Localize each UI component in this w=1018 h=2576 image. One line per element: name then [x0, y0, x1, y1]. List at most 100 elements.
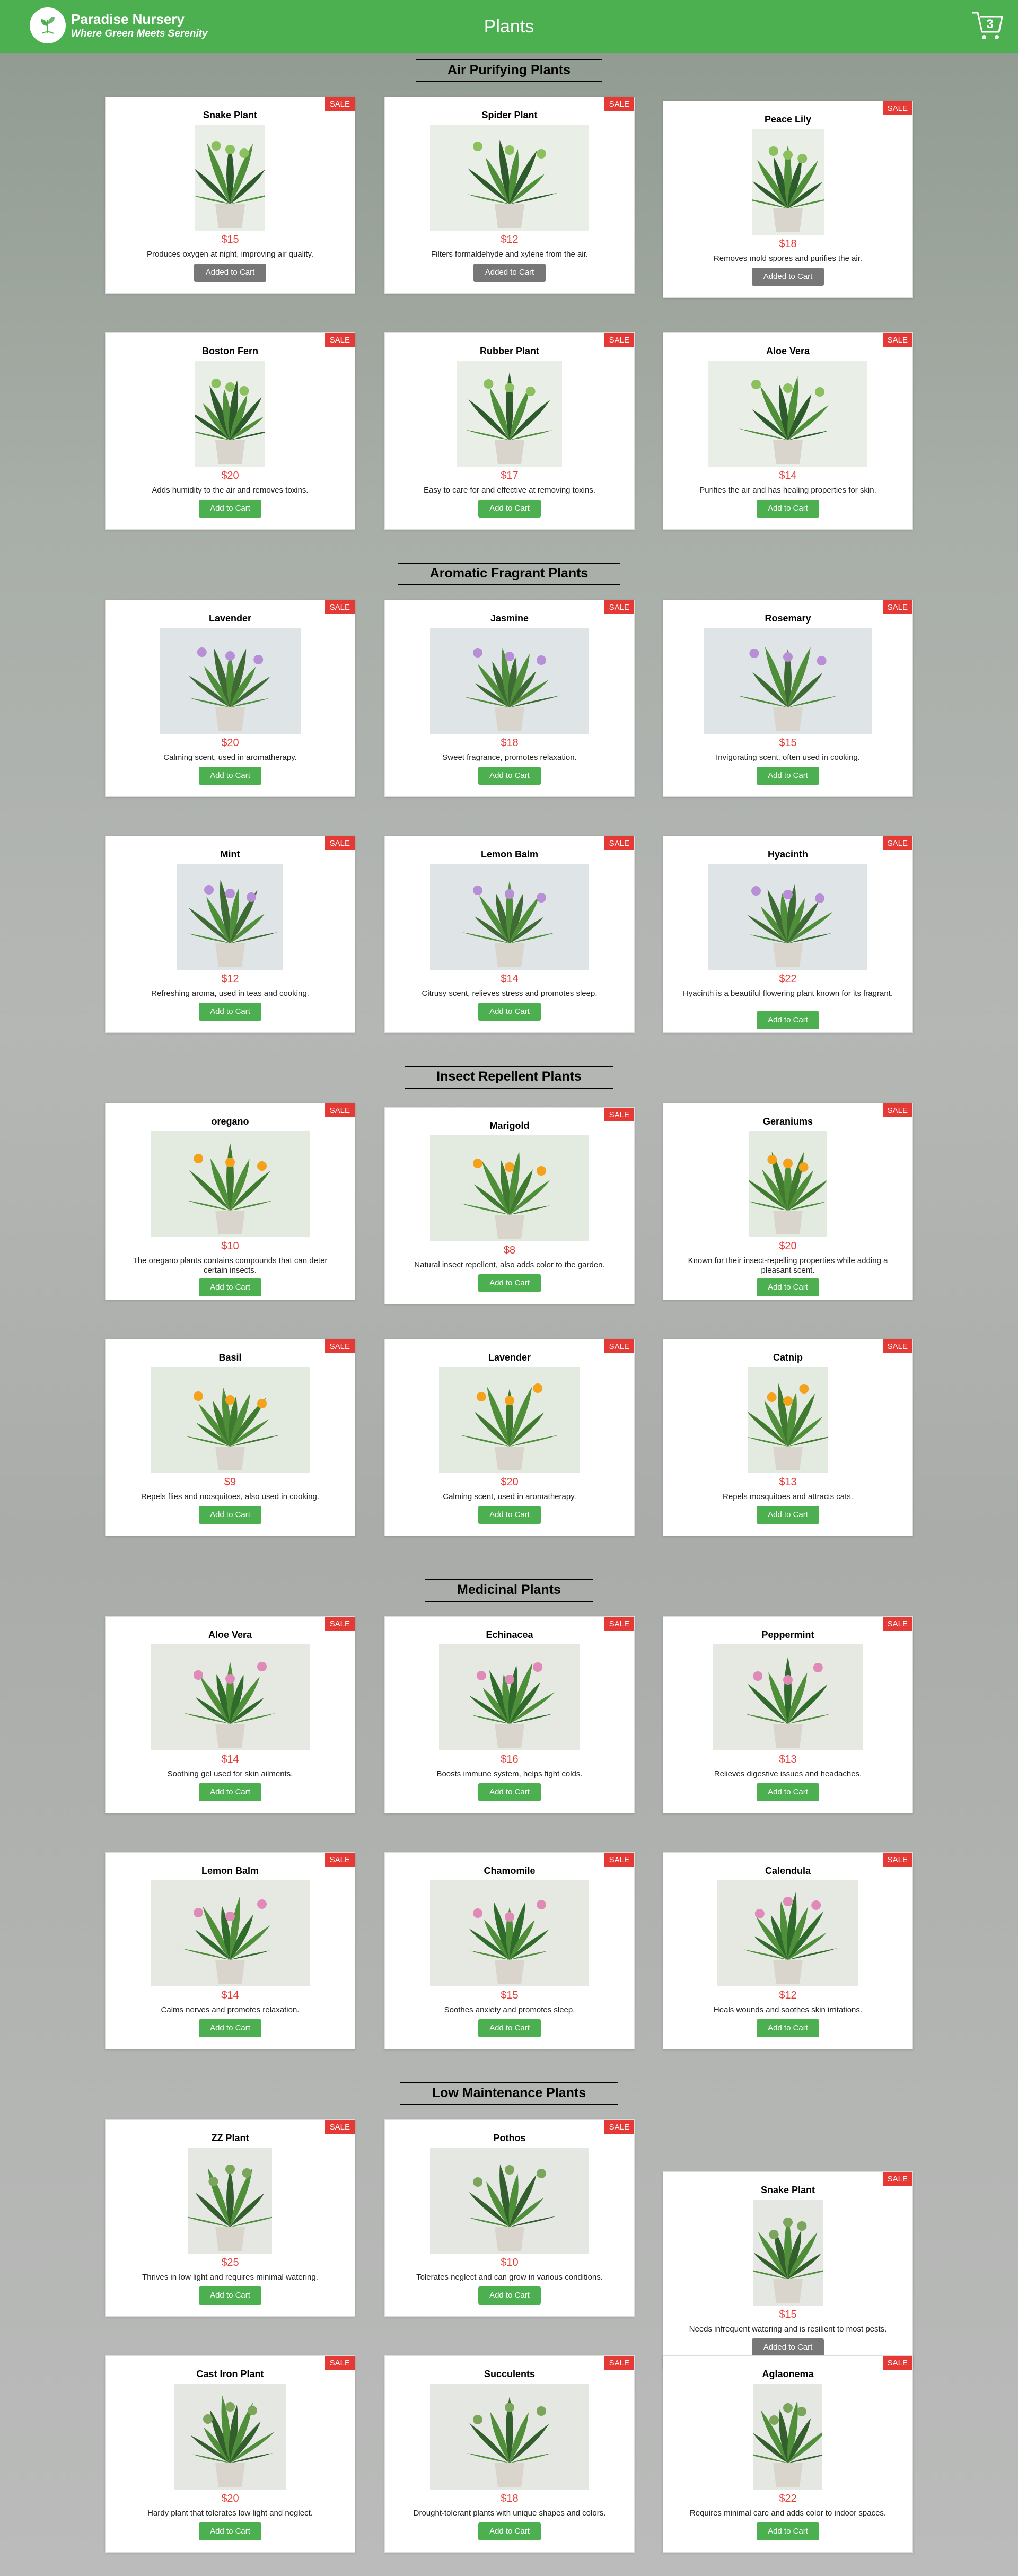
add-to-cart-button[interactable]: Add to Cart	[199, 2019, 261, 2037]
plant-description: Purifies the air and has healing propert…	[699, 486, 876, 495]
plant-image	[753, 2384, 822, 2490]
add-to-cart-button[interactable]: Add to Cart	[757, 1783, 819, 1801]
plant-name: Marigold	[489, 1120, 530, 1131]
add-to-cart-button[interactable]: Add to Cart	[478, 1003, 541, 1021]
plant-description: Calming scent, used in aromatherapy.	[443, 1492, 576, 1501]
sale-badge: SALE	[604, 1617, 634, 1631]
added-to-cart-button[interactable]: Added to Cart	[752, 268, 824, 286]
plant-name: ZZ Plant	[211, 2133, 249, 2143]
added-to-cart-button[interactable]: Added to Cart	[194, 264, 266, 282]
sale-badge: SALE	[882, 101, 912, 115]
sale-badge: SALE	[604, 97, 634, 111]
plant-description: Known for their insect-repelling propert…	[688, 1256, 888, 1275]
add-to-cart-button[interactable]: Add to Cart	[478, 2286, 541, 2305]
added-to-cart-button[interactable]: Added to Cart	[473, 264, 546, 282]
plant-description: Drought-tolerant plants with unique shap…	[413, 2509, 606, 2518]
plant-name: Calendula	[765, 1865, 811, 1876]
plant-price: $15	[221, 234, 239, 246]
add-to-cart-button[interactable]: Add to Cart	[757, 1011, 819, 1029]
add-to-cart-button[interactable]: Add to Cart	[478, 1506, 541, 1524]
sale-badge: SALE	[882, 2172, 912, 2186]
plant-image	[457, 361, 562, 467]
add-to-cart-button[interactable]: Add to Cart	[478, 500, 541, 518]
add-to-cart-button[interactable]: Add to Cart	[757, 1278, 819, 1296]
add-to-cart-button[interactable]: Add to Cart	[478, 1783, 541, 1801]
plant-name: Aglaonema	[762, 2369, 814, 2379]
plant-name: Pothos	[493, 2133, 526, 2143]
added-to-cart-button[interactable]: Added to Cart	[752, 2338, 824, 2356]
plant-description: Calming scent, used in aromatherapy.	[163, 753, 297, 762]
section-heading: Air Purifying Plants	[0, 59, 1018, 82]
plant-image	[430, 864, 589, 970]
plant-name: Jasmine	[490, 613, 529, 624]
plant-price: $22	[779, 973, 797, 985]
sale-badge: SALE	[324, 1617, 355, 1631]
plant-image	[439, 1644, 580, 1750]
add-to-cart-button[interactable]: Add to Cart	[199, 1506, 261, 1524]
sale-badge: SALE	[882, 333, 912, 347]
plant-image	[195, 361, 265, 467]
section-title: Insect Repellent Plants	[405, 1066, 613, 1089]
plant-image	[748, 1367, 828, 1473]
plant-description: Sweet fragrance, promotes relaxation.	[442, 753, 577, 762]
add-to-cart-button[interactable]: Add to Cart	[478, 2019, 541, 2037]
plant-name: Echinacea	[486, 1629, 533, 1640]
add-to-cart-button[interactable]: Add to Cart	[757, 2019, 819, 2037]
plant-image	[430, 1135, 589, 1241]
cart-count: 3	[986, 17, 994, 31]
plant-image	[430, 2148, 589, 2254]
plant-card: SALE Aglaonema $22 Requires minimal care an…	[663, 2355, 913, 2553]
plant-price: $10	[501, 2257, 519, 2268]
plant-card: SALE Hyacinth $22 Hyacinth is a beautiful f…	[663, 836, 913, 1033]
section-title: Aromatic Fragrant Plants	[398, 563, 620, 585]
brand-tagline: Where Green Meets Serenity	[71, 28, 208, 39]
add-to-cart-button[interactable]: Add to Cart	[199, 767, 261, 785]
plant-image	[430, 125, 589, 231]
plant-image	[749, 1131, 827, 1237]
brand-link[interactable]: Paradise Nursery Where Green Meets Seren…	[30, 7, 208, 43]
add-to-cart-button[interactable]: Add to Cart	[199, 2522, 261, 2540]
sale-badge: SALE	[324, 2356, 355, 2370]
plant-card: SALE Chamomile $15 Soothes anxiety and prom…	[384, 1852, 635, 2049]
sale-badge: SALE	[324, 333, 355, 347]
add-to-cart-button[interactable]: Add to Cart	[478, 767, 541, 785]
plant-name: oregano	[211, 1116, 249, 1127]
add-to-cart-button[interactable]: Add to Cart	[757, 1506, 819, 1524]
sale-badge: SALE	[882, 2356, 912, 2370]
plant-description: Hardy plant that tolerates low light and…	[147, 2509, 313, 2518]
plant-name: Aloe Vera	[208, 1629, 252, 1640]
sale-badge: SALE	[324, 97, 355, 111]
plant-name: Mint	[220, 849, 240, 860]
plant-description: Natural insect repellent, also adds colo…	[414, 1260, 605, 1269]
plant-card: SALE Calendula $12 Heals wounds and soothes…	[663, 1852, 913, 2049]
plant-price: $10	[221, 1240, 239, 1252]
plant-description: Repels mosquitoes and attracts cats.	[723, 1492, 853, 1501]
add-to-cart-button[interactable]: Add to Cart	[757, 2522, 819, 2540]
sale-badge: SALE	[882, 1617, 912, 1631]
add-to-cart-button[interactable]: Add to Cart	[199, 1278, 261, 1296]
plants-nav-link[interactable]: Plants	[484, 16, 534, 37]
plant-name: Snake Plant	[203, 110, 258, 120]
add-to-cart-button[interactable]: Add to Cart	[199, 500, 261, 518]
add-to-cart-button[interactable]: Add to Cart	[478, 1274, 541, 1292]
plant-name: Rosemary	[765, 613, 811, 624]
plant-image	[704, 628, 872, 734]
add-to-cart-button[interactable]: Add to Cart	[757, 500, 819, 518]
add-to-cart-button[interactable]: Add to Cart	[478, 2522, 541, 2540]
sale-badge: SALE	[604, 2356, 634, 2370]
plant-card: SALE oregano $10 The oregano plants contain…	[105, 1103, 355, 1300]
plant-price: $14	[779, 470, 797, 481]
sale-badge: SALE	[882, 600, 912, 614]
add-to-cart-button[interactable]: Add to Cart	[199, 1783, 261, 1801]
plant-price: $16	[501, 1754, 519, 1765]
plant-card: SALE Spider Plant $12 Filters formaldehyde …	[384, 97, 635, 294]
add-to-cart-button[interactable]: Add to Cart	[757, 767, 819, 785]
add-to-cart-button[interactable]: Add to Cart	[199, 1003, 261, 1021]
plant-card: SALE Echinacea $16 Boosts immune system, he…	[384, 1616, 635, 1813]
plant-description: Soothes anxiety and promotes sleep.	[444, 2005, 575, 2014]
add-to-cart-button[interactable]: Add to Cart	[199, 2286, 261, 2305]
plant-image	[430, 2384, 589, 2490]
cart-button[interactable]: 3	[970, 10, 1005, 42]
plant-description: Thrives in low light and requires minima…	[142, 2273, 318, 2282]
plant-card: SALE Lavender $20 Calming scent, used in ar…	[105, 600, 355, 797]
